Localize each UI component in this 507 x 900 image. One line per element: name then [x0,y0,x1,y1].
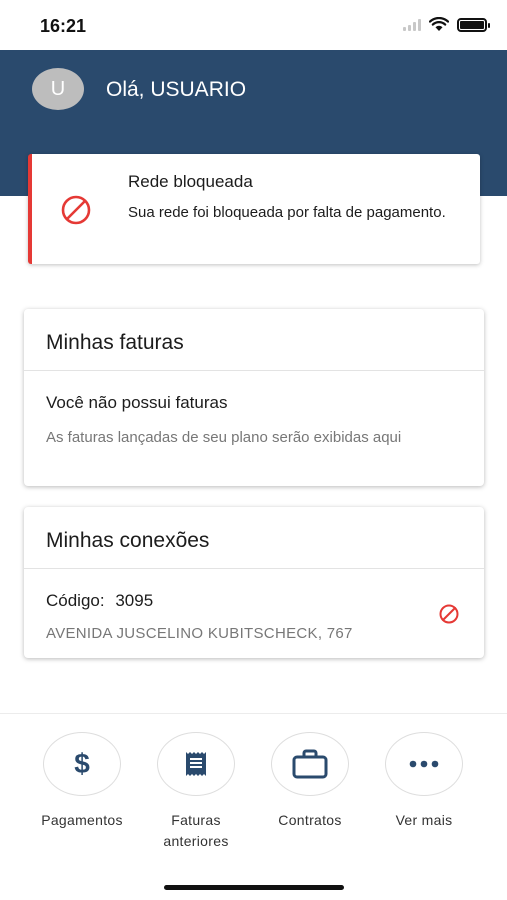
dollar-icon: $ [74,748,90,779]
connections-title: Minhas conexões [24,507,484,569]
alert-message: Sua rede foi bloqueada por falta de paga… [128,204,446,221]
invoices-title: Minhas faturas [24,309,484,371]
invoices-card[interactable]: Minhas faturas Você não possui faturas A… [24,309,484,486]
bottom-navigation: $ Pagamentos Faturas anteriores Contrato… [0,713,507,900]
nav-contratos-button[interactable] [271,732,349,796]
blocked-icon [61,195,91,225]
wifi-icon [429,17,449,31]
status-bar: 16:21 [0,0,507,50]
connection-address: AVENIDA JUSCELINO KUBITSCHECK, 767 [46,625,353,642]
alert-title: Rede bloqueada [128,172,253,191]
nav-pagamentos-button[interactable]: $ [43,732,121,796]
connection-code-value: 3095 [115,591,154,610]
connection-code: Código: 3095 [46,591,462,611]
signal-icon [403,18,421,31]
nav-contratos-label: Contratos [278,812,342,828]
nav-pagamentos-label: Pagamentos [41,812,123,828]
greeting: Olá, USUARIO [106,78,247,101]
nav-ver-mais-label: Ver mais [395,812,453,828]
status-time: 16:21 [40,16,87,36]
nav-contratos[interactable]: Contratos [255,732,365,831]
briefcase-icon [292,749,328,779]
connection-code-label: Código: [46,591,105,610]
avatar[interactable]: U [32,68,84,110]
nav-pagamentos[interactable]: $ Pagamentos [27,732,137,831]
nav-faturas-anteriores-label: Faturas anteriores [163,812,229,849]
invoices-empty-title: Você não possui faturas [46,393,228,412]
blocked-icon [439,604,459,624]
nav-ver-mais[interactable]: Ver mais [369,732,479,831]
nav-ver-mais-button[interactable] [385,732,463,796]
receipt-icon [186,752,206,776]
invoices-body: Você não possui faturas As faturas lança… [24,371,484,467]
nav-faturas-anteriores-button[interactable] [157,732,235,796]
battery-icon [457,17,490,32]
invoices-empty-description: As faturas lançadas de seu plano serão e… [46,429,402,446]
nav-faturas-anteriores[interactable]: Faturas anteriores [141,732,251,852]
connections-card: Minhas conexões Código: 3095 AVENIDA JUS… [24,507,484,658]
connection-item[interactable]: Código: 3095 AVENIDA JUSCELINO KUBITSCHE… [24,569,484,658]
blocked-network-alert: Rede bloqueada Sua rede foi bloqueada po… [28,154,480,264]
more-icon [409,760,439,768]
home-indicator[interactable] [164,885,344,890]
status-icons [403,17,490,32]
